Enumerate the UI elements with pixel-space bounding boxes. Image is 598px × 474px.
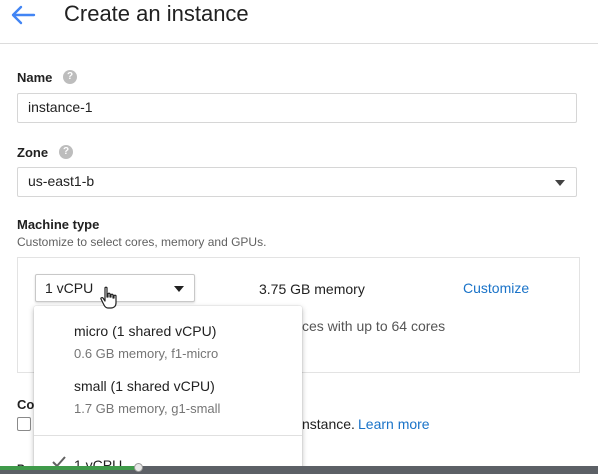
dropdown-option-micro[interactable]: micro (1 shared vCPU) 0.6 GB memory, f1-… xyxy=(34,314,302,370)
zone-help-icon[interactable]: ? xyxy=(59,145,73,159)
name-label: Name xyxy=(17,70,53,85)
memory-value: 3.75 GB memory xyxy=(259,281,365,297)
cpu-select-value: 1 vCPU xyxy=(45,280,94,296)
customize-link[interactable]: Customize xyxy=(463,280,529,296)
page-title: Create an instance xyxy=(64,1,249,26)
machine-type-help: Customize to select cores, memory and GP… xyxy=(17,235,267,249)
learn-more-link[interactable]: Learn more xyxy=(358,416,430,432)
option-title: micro (1 shared vCPU) xyxy=(74,323,217,339)
option-title: small (1 shared vCPU) xyxy=(74,378,215,394)
video-progress-knob[interactable] xyxy=(133,463,143,472)
option-subtitle: 1.7 GB memory, g1-small xyxy=(74,401,221,416)
instance-text: nstance. xyxy=(302,416,355,432)
cores-info-text: ces with up to 64 cores xyxy=(302,318,446,334)
zone-select[interactable]: us-east1-b xyxy=(17,167,577,197)
page-header: Create an instance xyxy=(0,0,598,44)
machine-type-dropdown: micro (1 shared vCPU) 0.6 GB memory, f1-… xyxy=(34,306,302,474)
zone-select-value: us-east1-b xyxy=(28,173,95,189)
section-label-partial: Co xyxy=(17,397,35,412)
back-arrow-icon[interactable] xyxy=(10,5,36,25)
machine-type-label: Machine type xyxy=(17,217,100,232)
name-help-icon[interactable]: ? xyxy=(63,70,77,84)
zone-label: Zone xyxy=(17,145,49,160)
video-progress-fill xyxy=(0,466,138,470)
dropdown-divider xyxy=(34,435,302,436)
checkbox[interactable] xyxy=(17,417,31,431)
hand-cursor-icon xyxy=(100,286,117,309)
caret-down-icon xyxy=(555,180,565,186)
option-subtitle: 0.6 GB memory, f1-micro xyxy=(74,346,219,361)
name-input[interactable]: instance-1 xyxy=(17,93,577,123)
dropdown-option-small[interactable]: small (1 shared vCPU) 1.7 GB memory, g1-… xyxy=(34,370,302,426)
caret-down-icon xyxy=(174,286,184,292)
